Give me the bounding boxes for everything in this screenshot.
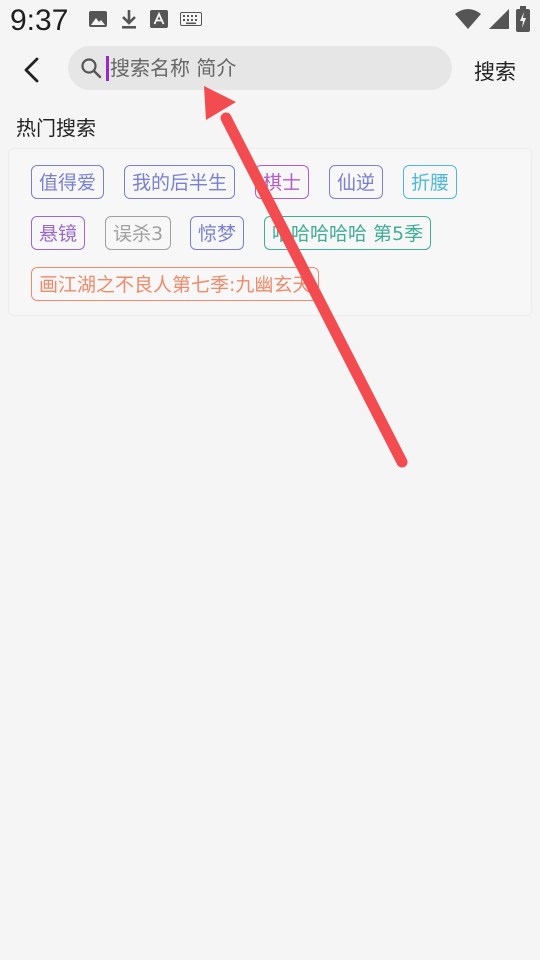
search-input[interactable] bbox=[110, 46, 430, 90]
hot-search-tag[interactable]: 惊梦 bbox=[190, 216, 245, 250]
search-button[interactable]: 搜索 bbox=[474, 56, 516, 86]
hot-search-tag[interactable]: 哈哈哈哈哈 第5季 bbox=[264, 216, 432, 250]
hot-search-tag[interactable]: 棋士 bbox=[255, 165, 310, 199]
hot-search-tag[interactable]: 我的后半生 bbox=[124, 165, 236, 199]
hot-search-tag[interactable]: 折腰 bbox=[403, 165, 458, 199]
download-icon bbox=[122, 10, 136, 29]
hot-search-tag[interactable]: 悬镜 bbox=[31, 216, 86, 250]
signal-icon bbox=[489, 9, 509, 29]
back-button[interactable] bbox=[14, 52, 50, 88]
chevron-left-icon bbox=[24, 57, 39, 83]
hot-search-title: 热门搜索 bbox=[16, 116, 96, 140]
hot-search-tag[interactable]: 误杀3 bbox=[105, 216, 172, 250]
image-icon bbox=[89, 11, 107, 27]
search-header: 搜索 bbox=[0, 44, 540, 94]
annotation-arrow bbox=[204, 86, 408, 468]
hot-search-tag[interactable]: 画江湖之不良人第七季:九幽玄天 bbox=[31, 267, 320, 301]
keyboard-icon bbox=[180, 12, 202, 26]
search-icon bbox=[81, 58, 102, 79]
status-time: 9:37 bbox=[10, 4, 69, 37]
wifi-icon bbox=[455, 9, 481, 29]
font-icon bbox=[150, 10, 168, 28]
search-box[interactable] bbox=[68, 46, 452, 90]
hot-search-tag[interactable]: 仙逆 bbox=[329, 165, 384, 199]
hot-search-tag[interactable]: 值得爱 bbox=[31, 165, 105, 199]
battery-icon bbox=[516, 6, 530, 32]
hot-search-panel: 值得爱 我的后半生 棋士 仙逆 折腰 悬镜 误杀3 惊梦 哈哈哈哈哈 第5季 画… bbox=[8, 148, 532, 316]
status-bar: 9:37 bbox=[0, 0, 540, 40]
text-cursor bbox=[106, 56, 109, 81]
